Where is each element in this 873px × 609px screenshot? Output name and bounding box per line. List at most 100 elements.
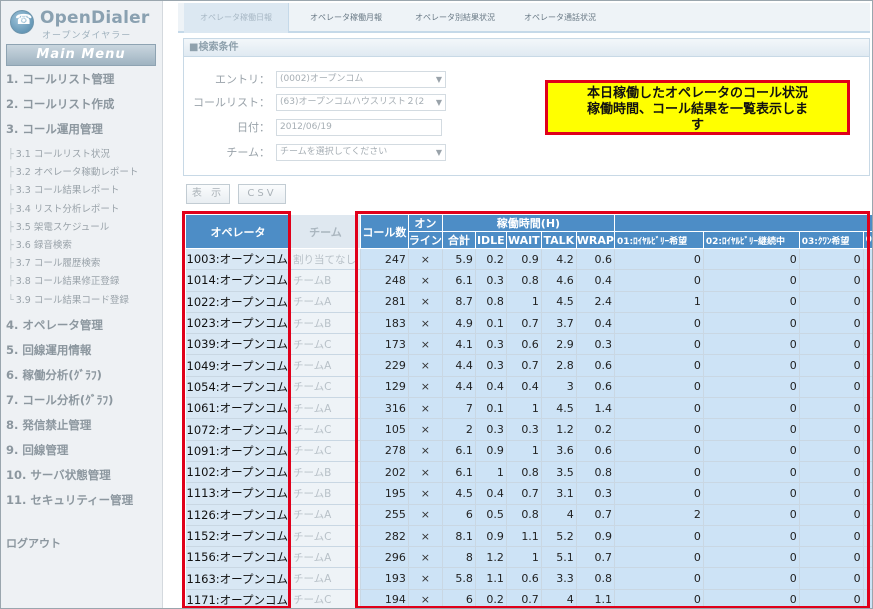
cell-operator: 1061:オープンコム (185, 397, 291, 420)
cell-result-02: 0 (703, 461, 800, 484)
submenu-call-result-code[interactable]: 3.9 コール結果コード登録 (8, 292, 138, 310)
header-call-count[interactable]: コール数 (359, 214, 409, 249)
menu-server-status[interactable]: 10. サーバ状態管理 (6, 467, 111, 483)
report-tabs: オペレータ稼働日報 オペレータ稼働月報 オペレータ別結果状況 オペレータ通話状況 (178, 3, 870, 33)
submenu-call-result-correction[interactable]: 3.8 コール結果修正登録 (8, 273, 138, 291)
cell-result-01: 0 (614, 440, 704, 462)
submenu-call-schedule[interactable]: 3.5 架電スケジュール (8, 219, 138, 237)
dropdown-arrow-icon: ▼ (435, 98, 442, 107)
table-row[interactable]: 1054:オープンコム チームC 129 × 4.4 0.4 0.4 3 0.6 0 0 0 (185, 376, 873, 399)
menu-line-management[interactable]: 9. 回線管理 (6, 442, 68, 458)
menu-call-operation-management[interactable]: 3. コール運用管理 (6, 121, 103, 137)
menu-call-prohibition[interactable]: 8. 発信禁止管理 (6, 417, 91, 433)
submenu-call-list-status[interactable]: 3.1 コールリスト状況 (8, 146, 138, 164)
submenu-call-result-report[interactable]: 3.3 コール結果レポート (8, 182, 138, 200)
table-row[interactable]: 1003:オープンコム 割り当てなし 247 × 5.9 0.2 0.9 4.2 0.6 0 0 0 (185, 248, 873, 271)
cell-result-02: 0 (703, 440, 800, 462)
cell-online: × (408, 504, 443, 526)
header-result-01[interactable]: 01:ﾛｲﾔﾙﾋﾞﾘｰ希望 (613, 231, 704, 249)
table-row[interactable]: 1014:オープンコム チームB 248 × 6.1 0.3 0.8 4.6 0.4 0 0 0 (185, 269, 873, 292)
table-row[interactable]: 1113:オープンコム チームB 195 × 4.5 0.4 0.7 3.1 0.3 0 0 0 (185, 482, 873, 505)
cell-talk: 3.5 (541, 461, 577, 484)
cell-wrap: 0.3 (576, 482, 615, 505)
table-row[interactable]: 1171:オープンコム チームC 194 × 6 0.2 0.7 4 1.1 0 0 0 (185, 589, 873, 609)
tab-operator-results[interactable]: オペレータ別結果状況 (400, 3, 510, 33)
display-button[interactable]: 表 示 (186, 184, 230, 204)
cell-wait: 0.4 (506, 376, 542, 399)
cell-result-01: 0 (614, 269, 704, 292)
cell-result-03: 0 (799, 589, 864, 609)
header-operator[interactable]: オペレータ (185, 214, 291, 249)
menu-security[interactable]: 11. セキュリティー管理 (6, 492, 133, 508)
cell-wrap: 0.9 (576, 525, 615, 548)
header-result-02[interactable]: 02:ﾛｲﾔﾙﾋﾞﾘｰ継続中 (702, 231, 800, 249)
menu-line-operation[interactable]: 5. 回線運用情報 (6, 342, 91, 358)
menu-call-analysis[interactable]: 7. コール分析(ｸﾞﾗﾌ) (6, 392, 113, 408)
cell-team: チームB (290, 269, 361, 292)
table-row[interactable]: 1091:オープンコム チームC 278 × 6.1 0.9 1 3.6 0.6 0 0 0 (185, 440, 873, 462)
header-wait[interactable]: WAIT (505, 231, 542, 249)
cell-operator: 1152:オープンコム (185, 525, 291, 548)
table-row[interactable]: 1163:オープンコム チームA 193 × 5.8 1.1 0.6 3.3 0.8 0 0 0 (185, 567, 873, 590)
cell-call-count: 278 (360, 440, 409, 462)
table-row[interactable]: 1023:オープンコム チームB 183 × 4.9 0.1 0.7 3.7 0.4 0 0 0 (185, 312, 873, 335)
table-row[interactable]: 1126:オープンコム チームA 255 × 6 0.5 0.8 4 0.7 2 0 0 (185, 504, 873, 526)
cell-talk: 3.6 (541, 440, 577, 462)
cell-wrap: 0.6 (576, 354, 615, 377)
csv-button[interactable]: CSV (238, 184, 286, 204)
entry-select[interactable]: (0002)オープンコム ▼ (276, 71, 446, 88)
cell-team: チームC (290, 440, 361, 462)
header-total[interactable]: 合計 (441, 231, 476, 249)
table-row[interactable]: 1156:オープンコム チームA 296 × 8 1.2 1 5.1 0.7 0 0 0 (185, 546, 873, 569)
tab-operator-calls[interactable]: オペレータ通話状況 (510, 3, 610, 33)
date-label: 日付： (237, 121, 270, 134)
table-row[interactable]: 1049:オープンコム チームA 229 × 4.4 0.3 0.7 2.8 0.6 0 0 0 (185, 354, 873, 377)
submenu-list-analysis-report[interactable]: 3.4 リスト分析レポート (8, 201, 138, 219)
cell-operator: 1023:オープンコム (185, 312, 291, 335)
cell-call-count: 282 (360, 525, 409, 548)
cell-result-01: 0 (614, 589, 704, 609)
menu-operator-management[interactable]: 4. オペレータ管理 (6, 317, 103, 333)
call-list-select[interactable]: (63)オープンコムハウスリスト２(2 ▼ (276, 94, 446, 111)
header-result-03[interactable]: 03:ｸﾜﾝ希望 (798, 231, 864, 249)
cell-team: チームA (290, 354, 361, 377)
cell-wrap: 1.1 (576, 589, 615, 609)
annotation-callout: 本日稼働したオペレータのコール状況 稼働時間、コール結果を一覧表示しま す (545, 80, 850, 135)
menu-call-list-management[interactable]: 1. コールリスト管理 (6, 71, 114, 87)
cell-result-03: 0 (799, 333, 864, 356)
date-input[interactable]: 2012/06/19 (276, 119, 442, 136)
main-menu-button[interactable]: Main Menu (6, 44, 156, 66)
cell-wait: 0.7 (506, 312, 542, 335)
logout-link[interactable]: ログアウト (6, 535, 61, 551)
cell-result-03: 0 (799, 482, 864, 505)
cell-operator: 1014:オープンコム (185, 269, 291, 292)
cell-wait: 1 (506, 291, 542, 313)
header-result-04[interactable]: 0 (862, 231, 873, 249)
table-row[interactable]: 1061:オープンコム チームA 316 × 7 0.1 1 4.5 1.4 0 0 0 (185, 397, 873, 420)
table-row[interactable]: 1072:オープンコム チームC 105 × 2 0.3 0.3 1.2 0.2 0 0 0 (185, 418, 873, 441)
logo-title: OpenDialer (40, 8, 150, 28)
cell-idle: 0.3 (475, 333, 507, 356)
submenu-operator-report[interactable]: 3.2 オペレータ稼動レポート (8, 164, 139, 182)
table-row[interactable]: 1022:オープンコム チームA 281 × 8.7 0.8 1 4.5 2.4 1 0 0 (185, 291, 873, 313)
table-row[interactable]: 1152:オープンコム チームC 282 × 8.1 0.9 1.1 5.2 0.9 0 0 0 (185, 525, 873, 548)
cell-result-01: 0 (614, 567, 704, 590)
header-wrap[interactable]: WRAP (575, 231, 615, 249)
submenu-recording-search[interactable]: 3.6 録音検索 (8, 237, 138, 255)
cell-result-02: 0 (703, 248, 800, 271)
cell-result-04 (863, 269, 873, 292)
header-talk[interactable]: TALK (540, 231, 577, 249)
header-team[interactable]: チーム (289, 214, 361, 249)
menu-uptime-analysis[interactable]: 6. 稼働分析(ｸﾞﾗﾌ) (6, 367, 102, 383)
header-idle[interactable]: IDLE (474, 231, 507, 249)
submenu-call-history-search[interactable]: 3.7 コール履歴検索 (8, 255, 138, 273)
team-select[interactable]: チームを選択してください ▼ (276, 144, 446, 161)
table-row[interactable]: 1039:オープンコム チームC 173 × 4.1 0.3 0.6 2.9 0.3 0 0 0 (185, 333, 873, 356)
cell-operator: 1113:オープンコム (185, 482, 291, 505)
cell-result-04 (863, 248, 873, 271)
table-row[interactable]: 1102:オープンコム チームB 202 × 6.1 1 0.8 3.5 0.8 0 0 0 (185, 461, 873, 484)
menu-call-list-creation[interactable]: 2. コールリスト作成 (6, 96, 114, 112)
cell-talk: 2.9 (541, 333, 577, 356)
tab-operator-daily[interactable]: オペレータ稼働日報 (184, 3, 289, 33)
tab-operator-monthly[interactable]: オペレータ稼働月報 (296, 3, 396, 33)
